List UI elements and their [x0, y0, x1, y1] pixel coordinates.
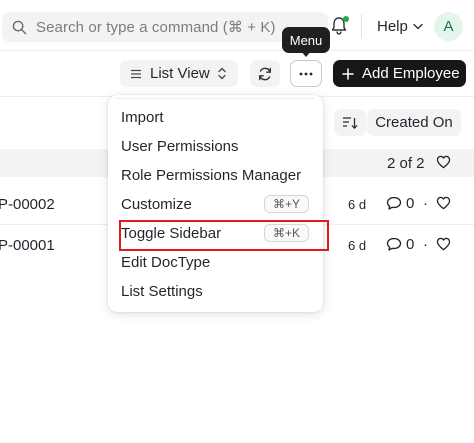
help-label: Help	[377, 18, 408, 35]
comment-icon	[386, 196, 402, 210]
heart-icon[interactable]	[436, 196, 451, 210]
keyboard-shortcut-badge: ⌘+Y	[263, 195, 309, 213]
chevron-down-icon	[413, 23, 423, 30]
chevron-up-down-icon	[218, 67, 226, 80]
menu-item-label: Import	[121, 109, 164, 126]
highlight-box	[119, 220, 329, 251]
list-page: Search or type a command (⌘ + K) Help A …	[0, 0, 474, 443]
refresh-icon	[259, 67, 272, 80]
menu-item-label: User Permissions	[121, 138, 239, 155]
result-count: 2 of 2	[387, 155, 425, 172]
row-separator: ·	[423, 195, 428, 212]
more-horizontal-icon	[299, 72, 313, 75]
plus-icon	[342, 67, 354, 80]
sort-field-label: Created On	[375, 114, 453, 131]
navbar-divider	[361, 14, 362, 38]
menu-item-role-permissions-manager[interactable]: Role Permissions Manager	[108, 162, 323, 189]
menu-tooltip-label: Menu	[289, 32, 323, 48]
menu-item-label: List Settings	[121, 283, 203, 300]
heart-icon[interactable]	[436, 237, 451, 251]
navbar: Search or type a command (⌘ + K) Help A	[0, 0, 474, 51]
help-dropdown[interactable]: Help	[377, 18, 423, 35]
row-modified: 6 d	[348, 238, 367, 253]
menu-item-list-settings[interactable]: List Settings	[108, 278, 323, 305]
row-modified: 6 d	[348, 197, 367, 212]
menu-tooltip: Menu	[282, 27, 330, 53]
menu-item-edit-doctype[interactable]: Edit DocType	[108, 249, 323, 276]
row-separator: ·	[423, 236, 428, 253]
row-title[interactable]: P-00001	[0, 237, 55, 254]
dropdown-divider	[115, 98, 315, 99]
menu-button[interactable]	[290, 60, 322, 87]
search-bar[interactable]: Search or type a command (⌘ + K)	[2, 12, 328, 42]
heart-icon[interactable]	[436, 155, 451, 169]
comment-count: 0	[386, 195, 414, 212]
menu-item-customize[interactable]: Customize ⌘+Y	[108, 191, 323, 218]
avatar-initial: A	[443, 18, 454, 35]
add-employee-label: Add Employee	[362, 65, 460, 82]
row-title[interactable]: P-00002	[0, 196, 55, 213]
avatar[interactable]: A	[434, 12, 463, 41]
comment-count-value: 0	[406, 236, 415, 253]
notification-dot	[343, 16, 349, 22]
comment-count-value: 0	[406, 195, 415, 212]
refresh-button[interactable]	[250, 60, 280, 87]
menu-item-import[interactable]: Import	[108, 104, 323, 131]
search-placeholder: Search or type a command (⌘ + K)	[36, 19, 276, 36]
menu-item-label: Role Permissions Manager	[121, 167, 302, 184]
list-icon	[131, 69, 141, 78]
menu-item-label: Customize	[121, 196, 192, 213]
comment-count: 0	[386, 236, 414, 253]
comment-icon	[386, 237, 402, 251]
sort-descending-icon	[343, 116, 358, 129]
sort-direction-button[interactable]	[334, 109, 366, 136]
add-employee-button[interactable]: Add Employee	[333, 60, 466, 87]
sort-field-button[interactable]: Created On	[367, 109, 461, 136]
menu-item-label: Edit DocType	[121, 254, 211, 271]
list-view-button[interactable]: List View	[120, 60, 238, 87]
search-icon	[12, 20, 27, 34]
menu-item-user-permissions[interactable]: User Permissions	[108, 133, 323, 160]
list-view-label: List View	[150, 65, 210, 82]
